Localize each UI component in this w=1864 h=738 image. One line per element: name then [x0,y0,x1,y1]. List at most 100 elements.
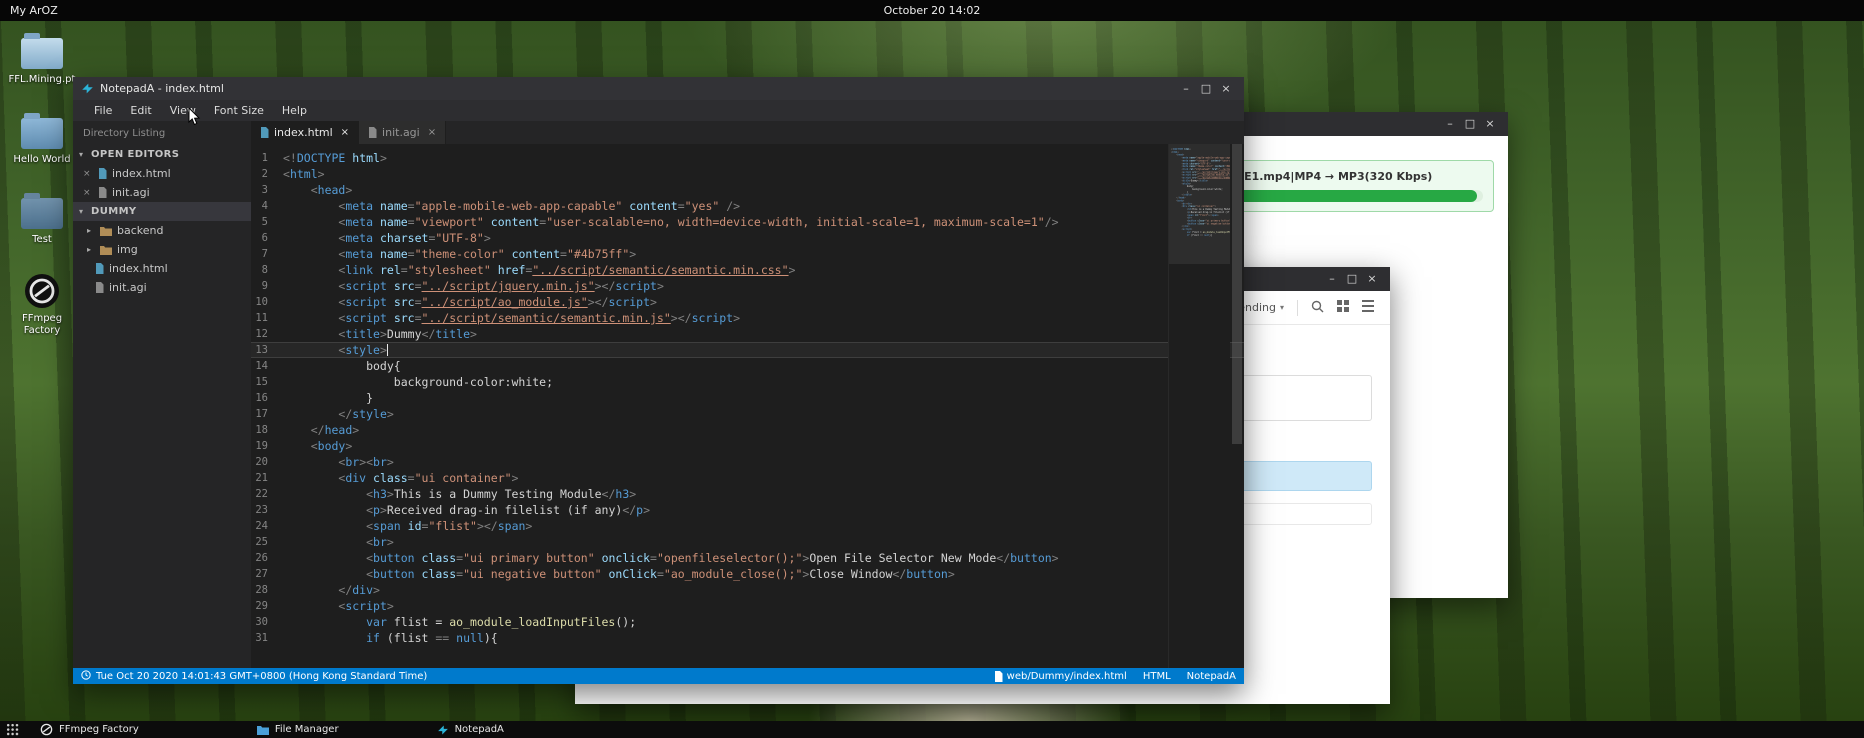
search-button[interactable] [1311,300,1324,316]
open-editor-init-agi[interactable]: × init.agi [73,183,251,202]
line-content: </div> [283,582,380,598]
close-editor-icon[interactable]: × [83,169,93,179]
line-number: 28 [251,582,283,598]
taskbar-item-notepada[interactable]: NotepadA [437,724,504,736]
open-editor-index-html[interactable]: × index.html [73,164,251,183]
minimize-button[interactable]: – [1322,268,1342,290]
folder-icon [21,38,63,69]
window-controls: – □ × [1322,268,1382,290]
tree-item-img[interactable]: ▸img [73,240,251,259]
line-number: 2 [251,166,283,182]
line-content: body{ [283,358,401,374]
tree-item-init-agi[interactable]: init.agi [73,278,251,297]
menu-edit[interactable]: Edit [121,100,160,121]
open-editors-section[interactable]: ▾ OPEN EDITORS [73,145,251,164]
dummy-folder-label: DUMMY [91,206,137,217]
vertical-scrollbar[interactable] [1230,144,1244,668]
desktop-icon-label: Hello World [6,154,78,166]
minimap-slider[interactable] [1169,144,1230,264]
tab-bar: index.html× init.agi × [251,121,1244,144]
line-content: <div class="ui container"> [283,470,518,486]
minimize-button[interactable]: – [1440,113,1460,135]
scrollbar-thumb[interactable] [1232,144,1242,444]
close-tab-icon[interactable]: × [428,127,436,138]
line-content: </head> [283,422,359,438]
code-line: 5 <meta name="viewport" content="user-sc… [251,214,1244,230]
file-name: index.html [112,167,171,180]
close-button[interactable]: × [1480,113,1500,135]
menu-file[interactable]: File [85,100,121,121]
ffmpeg-icon [40,723,53,736]
code-lines: 1<!DOCTYPE html>2<html>3 <head>4 <meta n… [251,144,1244,646]
file-icon [95,282,104,293]
desktop-icon-hello-world[interactable]: Hello World [6,112,78,166]
window-title: NotepadA - index.html [100,82,224,95]
taskbar-item-label: NotepadA [455,724,504,735]
close-tab-icon[interactable]: × [341,127,349,138]
statusbar-item[interactable]: NotepadA [1187,671,1236,682]
line-content: <meta name="viewport" content="user-scal… [283,214,1059,230]
line-number: 11 [251,310,283,326]
code-line: 23 <p>Received drag-in filelist (if any)… [251,502,1244,518]
folder-icon [21,198,63,229]
statusbar-item[interactable]: web/Dummy/index.html [994,671,1127,682]
maximize-button[interactable]: □ [1342,268,1362,290]
notepada-icon [437,724,449,736]
code-editor[interactable]: 1<!DOCTYPE html>2<html>3 <head>4 <meta n… [251,144,1244,668]
close-button[interactable]: × [1216,78,1236,100]
maximize-button[interactable]: □ [1196,78,1216,100]
minimap[interactable]: <!DOCTYPE html><html> <head> <meta name=… [1168,144,1230,668]
desktop-icon-ffmpeg-factory[interactable]: FFmpeg Factory [6,272,78,337]
menu-help[interactable]: Help [273,100,316,121]
tab-index-html[interactable]: index.html× [251,121,359,144]
aroz-menu-button[interactable]: My ArOZ [10,4,58,17]
close-button[interactable]: × [1362,268,1382,290]
file-name: init.agi [112,186,150,199]
tab-init-agi[interactable]: init.agi × [359,121,446,144]
close-editor-icon[interactable]: × [83,188,93,198]
dummy-folder-section[interactable]: ▾ DUMMY [73,202,251,221]
minimize-button[interactable]: – [1176,78,1196,100]
code-line: 27 <button class="ui negative button" on… [251,566,1244,582]
line-content: <style> [283,342,388,358]
list-view-button[interactable] [1362,300,1374,315]
line-number: 15 [251,374,283,390]
file-tree: ▸backend▸imgindex.htmlinit.agi [73,221,251,297]
statusbar-right: web/Dummy/index.html HTML NotepadA [994,671,1236,682]
line-number: 26 [251,550,283,566]
code-line: 16 } [251,390,1244,406]
line-number: 17 [251,406,283,422]
file-icon [95,263,104,274]
clock: October 20 14:02 [884,4,981,17]
code-line: 29 <script> [251,598,1244,614]
code-line: 13 <style> [251,342,1244,358]
notepada-titlebar[interactable]: NotepadA - index.html – □ × [73,77,1244,100]
chevron-right-icon: ▸ [87,245,95,254]
code-line: 19 <body> [251,438,1244,454]
statusbar-item[interactable]: HTML [1143,671,1171,682]
code-line: 22 <h3>This is a Dummy Testing Module</h… [251,486,1244,502]
tree-item-index-html[interactable]: index.html [73,259,251,278]
file-name: backend [117,224,163,237]
tree-item-backend[interactable]: ▸backend [73,221,251,240]
apps-grid-icon [6,723,19,736]
desktop-icon-test[interactable]: Test [6,192,78,246]
line-number: 3 [251,182,283,198]
menu-view[interactable]: View [161,100,205,121]
grid-view-button[interactable] [1337,300,1349,315]
tab-label: init.agi [382,126,420,139]
code-line: 11 <script src="../script/semantic/seman… [251,310,1244,326]
code-line: 8 <link rel="stylesheet" href="../script… [251,262,1244,278]
menu-bar: FileEditViewFont SizeHelp [73,100,1244,121]
code-line: 26 <button class="ui primary button" onc… [251,550,1244,566]
start-menu-button[interactable] [0,723,24,736]
line-number: 12 [251,326,283,342]
line-number: 10 [251,294,283,310]
menu-font-size[interactable]: Font Size [205,100,273,121]
line-content: <body> [283,438,352,454]
line-number: 7 [251,246,283,262]
taskbar-item-file-manager[interactable]: File Manager [257,724,339,735]
taskbar-item-ffmpeg-factory[interactable]: FFmpeg Factory [40,723,139,736]
maximize-button[interactable]: □ [1460,113,1480,135]
desktop-icon-ffl-mining-pt[interactable]: FFL.Mining.pt [6,32,78,86]
